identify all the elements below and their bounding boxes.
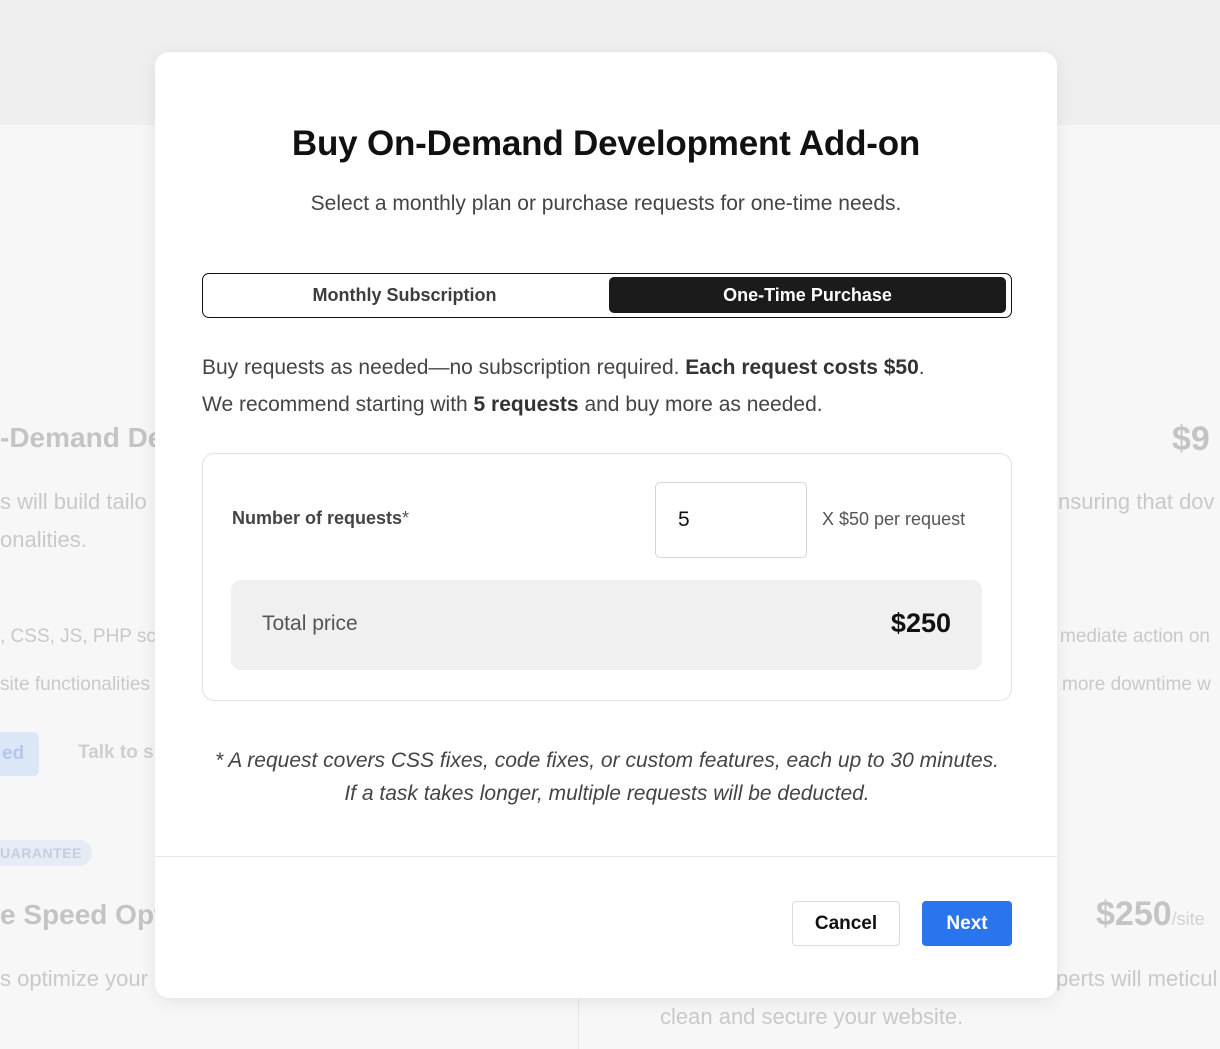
requests-quantity-input[interactable]	[655, 482, 807, 558]
add-on-dialog: Buy On-Demand Development Add-on Select …	[155, 52, 1057, 998]
bg-feature-right-1: mediate action on	[1060, 626, 1210, 647]
requests-label: Number of requests*	[232, 508, 410, 528]
bg-product-desc-right: nsuring that dov	[1058, 489, 1215, 514]
tab-monthly-subscription[interactable]: Monthly Subscription	[206, 277, 603, 313]
bg-second-price: $250/site	[1096, 895, 1205, 933]
total-price-label: Total price	[262, 612, 358, 635]
tab-one-time-purchase[interactable]: One-Time Purchase	[609, 277, 1006, 313]
bg-guarantee-badge: UARANTEE	[0, 840, 92, 866]
bg-talk-to-sales-link: Talk to s	[78, 742, 154, 763]
purchase-description: Buy requests as needed—no subscription r…	[202, 356, 925, 416]
total-price-value: $250	[890, 608, 951, 638]
bg-second-desc: s optimize your	[0, 966, 148, 991]
purchase-type-toggle: Monthly Subscription One-Time Purchase	[202, 273, 1012, 318]
bg-feature-2: site functionalities	[0, 674, 150, 695]
total-price-row: Total price $250	[231, 580, 982, 670]
requests-panel: Number of requests* X $50 per request To…	[202, 453, 1012, 701]
next-button[interactable]: Next	[922, 901, 1012, 946]
required-marker: *	[402, 508, 410, 528]
bg-second-title: e Speed Opti	[0, 899, 172, 930]
bg-feature-right-2: more downtime w	[1062, 674, 1211, 695]
bg-product-title: -Demand Dev	[0, 422, 179, 453]
request-footnote: * A request covers CSS fixes, code fixes…	[215, 749, 999, 805]
dialog-title: Buy On-Demand Development Add-on	[291, 124, 921, 163]
footer-divider	[155, 856, 1057, 857]
bg-product-desc-2: onalities.	[0, 527, 87, 552]
bg-product-desc-1: s will build tailo	[0, 489, 147, 514]
price-per-request-label: X $50 per request	[822, 509, 966, 529]
cancel-button[interactable]: Cancel	[792, 901, 900, 946]
dialog-subtitle: Select a monthly plan or purchase reques…	[310, 192, 902, 215]
bg-get-started-button: ed	[0, 732, 39, 776]
bg-second-desc-2: clean and secure your website.	[660, 1004, 964, 1029]
bg-second-desc-right: perts will meticul	[1056, 966, 1218, 991]
bg-product-price: $9	[1172, 420, 1210, 458]
bg-feature-1: , CSS, JS, PHP scri	[0, 626, 167, 647]
